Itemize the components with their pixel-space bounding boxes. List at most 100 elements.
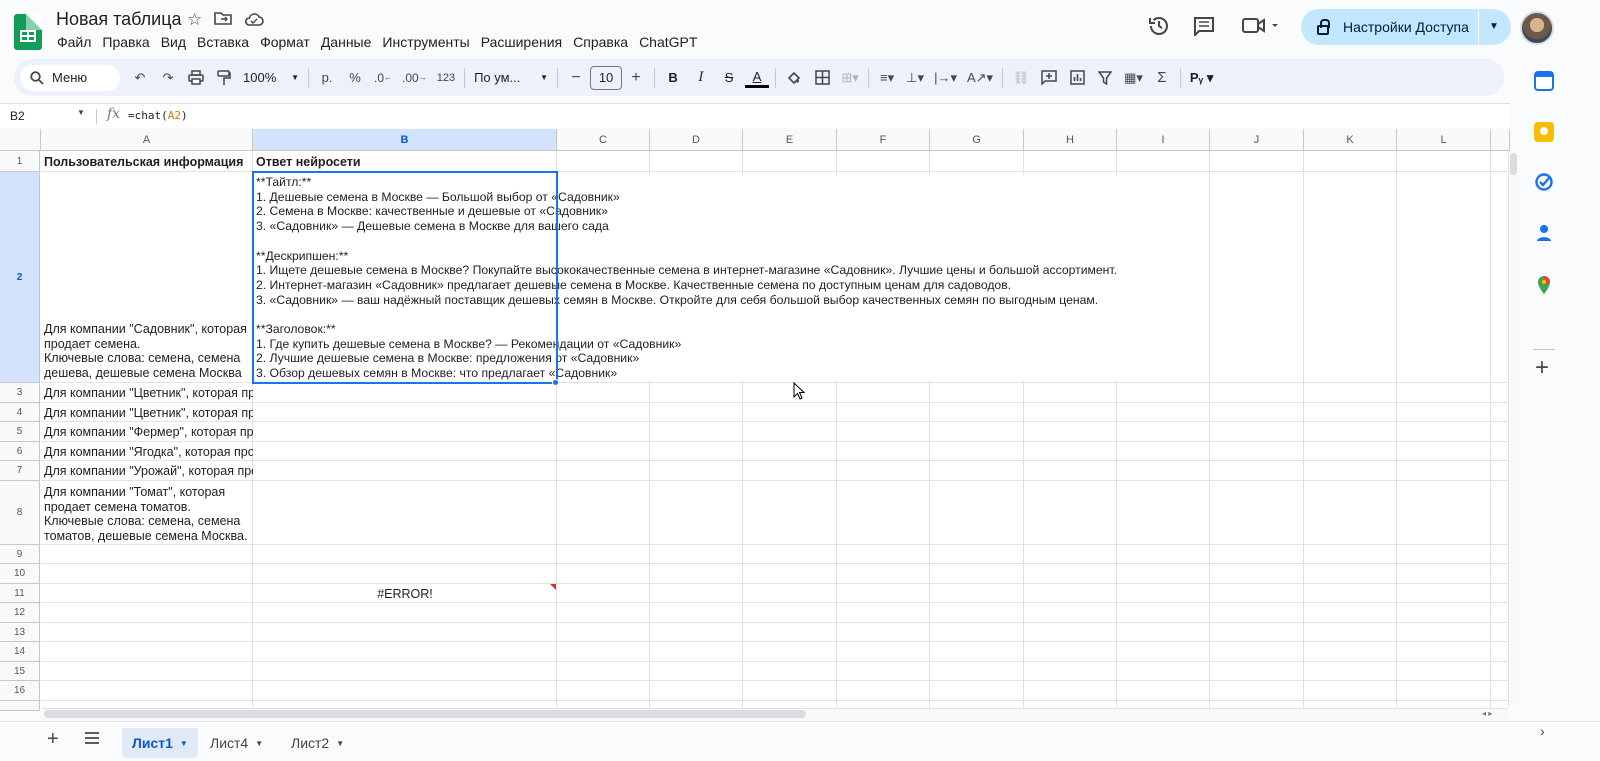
vertical-align-icon[interactable]: ⊥▾ (903, 65, 927, 91)
menu-view[interactable]: Вид (156, 33, 192, 51)
column-header-e[interactable]: E (743, 129, 837, 151)
more-formats-button[interactable]: 123 (434, 65, 458, 91)
insert-link-icon[interactable]: ⛓ (1009, 65, 1033, 91)
menu-format[interactable]: Формат (255, 33, 316, 51)
error-indicator[interactable] (550, 584, 556, 590)
decrease-decimal-button[interactable]: .0 ← (371, 65, 395, 91)
decrease-font-size-icon[interactable]: − (564, 65, 588, 91)
row-header-8[interactable]: 8 (0, 481, 40, 545)
currency-format-button[interactable]: р. (315, 65, 339, 91)
avatar[interactable] (1520, 11, 1554, 45)
share-button[interactable]: Настройки Доступа ▼ (1301, 9, 1511, 45)
cloud-status-icon[interactable] (244, 11, 264, 31)
share-dropdown-icon[interactable]: ▼ (1489, 21, 1499, 32)
redo-icon[interactable]: ↷ (156, 65, 180, 91)
filter-views-icon[interactable]: ▦▾ (1121, 65, 1146, 91)
row-header-4[interactable]: 4 (0, 403, 40, 422)
borders-icon[interactable] (810, 65, 834, 91)
row-header-7[interactable]: 7 (0, 461, 40, 481)
expand-panel-icon[interactable]: › (1540, 723, 1545, 739)
column-header-l[interactable]: L (1397, 129, 1491, 151)
cell-b2[interactable]: **Тайтл:** 1. Дешевые семена в Москве — … (256, 175, 1118, 381)
row-header-2[interactable]: 2 (0, 172, 40, 383)
sheet-tab-4[interactable]: Лист4 ▼ (200, 728, 273, 758)
select-all-corner[interactable] (0, 129, 41, 151)
column-header-a[interactable]: A (41, 129, 253, 151)
text-wrapping-icon[interactable]: |→▾ (931, 65, 960, 91)
column-header-h[interactable]: H (1024, 129, 1117, 151)
column-header-i[interactable]: I (1117, 129, 1210, 151)
cell-a7[interactable]: Для компании "Урожай", которая про (44, 464, 253, 478)
cell-b1[interactable]: Ответ нейросети (256, 155, 361, 169)
menu-extensions[interactable]: Расширения (476, 33, 568, 51)
cell-a3[interactable]: Для компании "Цветник", которая про (44, 386, 253, 400)
menu-help[interactable]: Справка (568, 33, 634, 51)
column-header-k[interactable]: K (1304, 129, 1397, 151)
sheets-logo-icon[interactable] (14, 14, 42, 50)
text-color-icon[interactable]: A (745, 68, 770, 88)
functions-icon[interactable]: Σ (1150, 65, 1174, 91)
row-header-1[interactable]: 1 (0, 151, 40, 172)
sheet-tab-2[interactable]: Лист2 ▼ (281, 728, 354, 758)
spreadsheet-grid[interactable]: A B C D E F G H I J K L 1 2 3 4 5 6 7 8 … (0, 129, 1510, 711)
row-header-10[interactable]: 10 (0, 564, 40, 584)
zoom-select[interactable]: 100% ▼ (240, 65, 302, 91)
cell-a2[interactable]: Для компании "Садовник", которая продает… (44, 322, 247, 380)
undo-icon[interactable]: ↶ (128, 65, 152, 91)
document-title[interactable]: Новая таблица (56, 9, 182, 30)
cell-a1[interactable]: Пользовательская информация (44, 155, 243, 169)
strikethrough-icon[interactable]: S (717, 65, 741, 91)
cell-b11[interactable]: #ERROR! (253, 587, 557, 601)
row-header-13[interactable]: 13 (0, 623, 40, 642)
scroll-left-icon[interactable]: ◂ ▸ (1482, 709, 1492, 718)
row-header-5[interactable]: 5 (0, 422, 40, 442)
horizontal-scroll-thumb[interactable] (44, 710, 806, 718)
input-tools-icon[interactable]: Pᵧ ▾ (1187, 65, 1217, 91)
move-to-folder-icon[interactable] (214, 11, 232, 29)
menu-edit[interactable]: Правка (97, 33, 155, 51)
cell-a4[interactable]: Для компании "Цветник", которая про (44, 406, 253, 420)
sheet-tab-1[interactable]: Лист1 ▼ (122, 728, 198, 758)
column-header-j[interactable]: J (1210, 129, 1304, 151)
row-header-6[interactable]: 6 (0, 442, 40, 461)
increase-font-size-icon[interactable]: + (624, 65, 648, 91)
horizontal-align-icon[interactable]: ≡▾ (875, 65, 899, 91)
row-header-14[interactable]: 14 (0, 642, 40, 662)
row-header-15[interactable]: 15 (0, 662, 40, 681)
maps-icon[interactable] (1534, 275, 1554, 295)
column-header-b[interactable]: B (253, 129, 557, 151)
menu-search-button[interactable]: Меню (20, 64, 120, 91)
column-header-g[interactable]: G (930, 129, 1024, 151)
column-header-d[interactable]: D (650, 129, 743, 151)
cell-a5[interactable]: Для компании "Фермер", которая про (44, 425, 253, 439)
column-header-c[interactable]: C (557, 129, 650, 151)
contacts-icon[interactable] (1534, 223, 1554, 243)
italic-icon[interactable]: I (689, 65, 713, 91)
column-header-f[interactable]: F (837, 129, 930, 151)
print-icon[interactable] (184, 65, 208, 91)
meet-icon[interactable] (1242, 17, 1280, 41)
font-size-input[interactable]: 10 (590, 65, 623, 90)
add-sheet-icon[interactable]: + (47, 728, 59, 751)
cell-a8[interactable]: Для компании "Томат", которая продает се… (44, 485, 247, 543)
menu-tools[interactable]: Инструменты (377, 33, 475, 51)
paint-format-icon[interactable] (212, 65, 236, 91)
tasks-icon[interactable] (1534, 172, 1554, 192)
row-header-3[interactable]: 3 (0, 383, 40, 403)
row-header-11[interactable]: 11 (0, 584, 40, 603)
calendar-icon[interactable] (1534, 71, 1554, 91)
menu-chatgpt[interactable]: ChatGPT (634, 33, 703, 51)
insert-comment-icon[interactable] (1037, 65, 1061, 91)
text-rotation-icon[interactable]: A↗▾ (964, 65, 996, 91)
menu-insert[interactable]: Вставка (192, 33, 255, 51)
name-box[interactable]: B2 (10, 109, 25, 123)
vertical-scrollbar[interactable] (1508, 151, 1519, 706)
increase-decimal-button[interactable]: .00 → (399, 65, 430, 91)
menu-data[interactable]: Данные (316, 33, 378, 51)
bold-icon[interactable]: B (661, 65, 685, 91)
row-header-16[interactable]: 16 (0, 681, 40, 701)
menu-file[interactable]: Файл (52, 33, 97, 51)
cell-a6[interactable]: Для компании "Ягодка", которая прод (44, 445, 253, 459)
formula-input[interactable]: =chat(A2) (128, 109, 188, 122)
filter-icon[interactable] (1093, 65, 1117, 91)
